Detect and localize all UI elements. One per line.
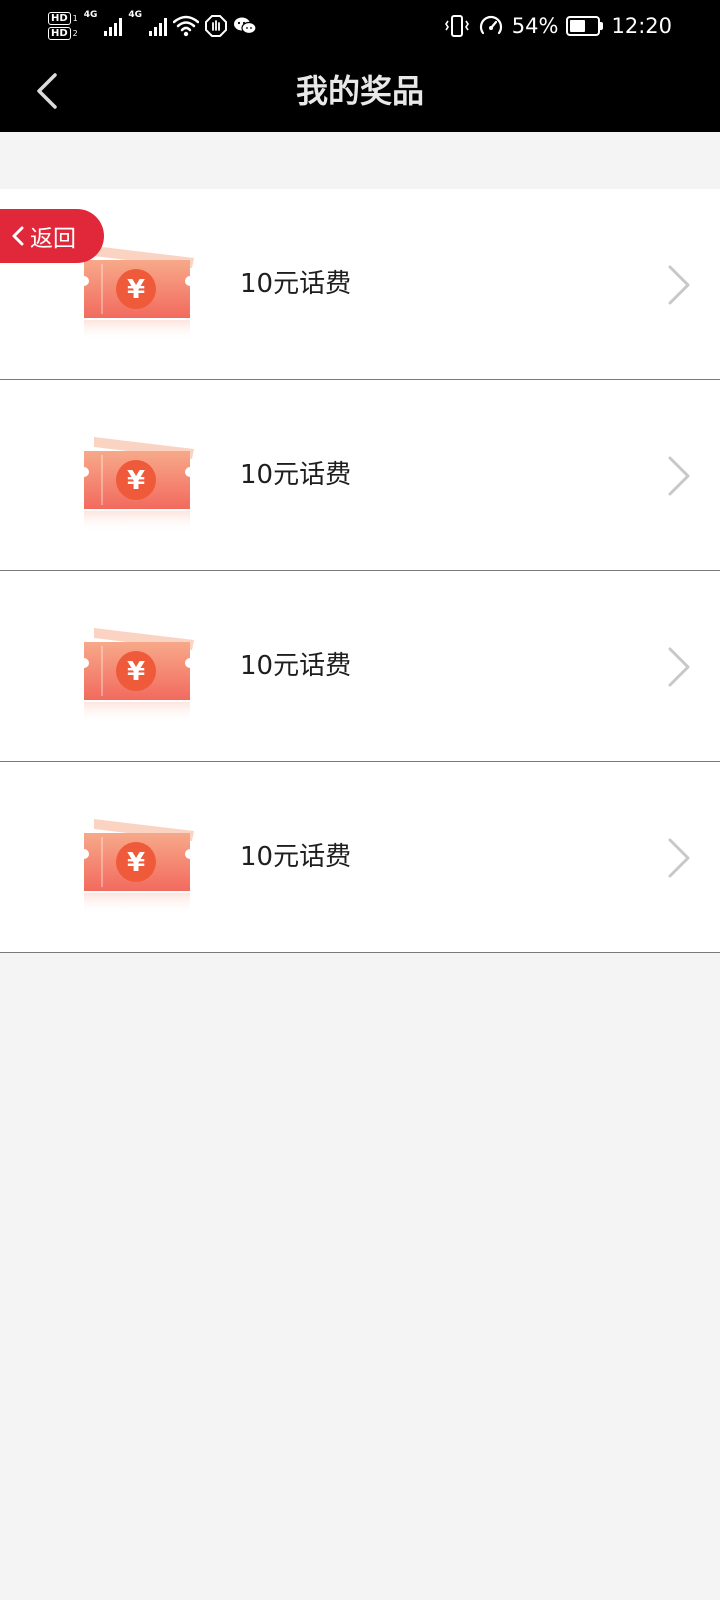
svg-text:¥: ¥ [127,275,145,305]
prize-name: 10元话费 [240,651,352,681]
prize-list-item[interactable]: ¥ 10元话费 [0,571,720,762]
floating-return-button[interactable]: 返回 [0,209,104,263]
privacy-hand-icon [205,15,228,37]
svg-text:¥: ¥ [127,466,145,496]
network-type-2: 4G [128,10,143,20]
prize-list-item[interactable]: ¥ 10元话费 [0,762,720,953]
chevron-right-icon [668,265,690,305]
status-left-icons: HD 1 HD 2 4G 4G [48,6,257,46]
hd-badge-1: HD [48,12,71,25]
chevron-left-icon [12,226,24,246]
prize-name: 10元话费 [240,269,352,299]
page-title: 我的奖品 [295,72,424,110]
clock: 12:20 [611,14,672,38]
status-bar: HD 1 HD 2 4G 4G 54% 12:20 [0,0,720,50]
svg-text:¥: ¥ [127,848,145,878]
ticket-icon: ¥ [84,246,194,342]
svg-text:¥: ¥ [127,657,145,687]
wifi-icon [173,15,200,37]
signal-icon-2 [149,16,168,36]
prize-list: ¥ 10元话费 ¥ 10元话费 ¥ 10元话费 ¥ 10元话费 [0,189,720,953]
title-bar: 我的奖品 [0,50,720,132]
network-type-1: 4G [83,10,98,20]
status-right-icons: 54% 12:20 [444,6,672,46]
ticket-icon: ¥ [84,628,194,724]
prize-list-item[interactable]: ¥ 10元话费 [0,189,720,380]
chevron-right-icon [668,647,690,687]
ticket-icon: ¥ [84,819,194,915]
vibrate-icon [444,15,469,37]
signal-icon-1 [104,16,123,36]
battery-percent: 54% [511,14,559,38]
prize-name: 10元话费 [240,842,352,872]
chevron-left-icon [37,73,57,109]
wechat-icon [234,17,257,35]
chevron-right-icon [668,456,690,496]
floating-return-label: 返回 [30,226,76,252]
hd-badge-2: HD [48,27,71,40]
chevron-right-icon [668,838,690,878]
prize-name: 10元话费 [240,460,352,490]
hd-indicators: HD 1 HD 2 [48,12,78,40]
battery-icon [566,16,604,36]
speedometer-icon [479,15,502,35]
prize-list-item[interactable]: ¥ 10元话费 [0,380,720,571]
ticket-icon: ¥ [84,437,194,533]
back-button[interactable] [22,66,72,116]
